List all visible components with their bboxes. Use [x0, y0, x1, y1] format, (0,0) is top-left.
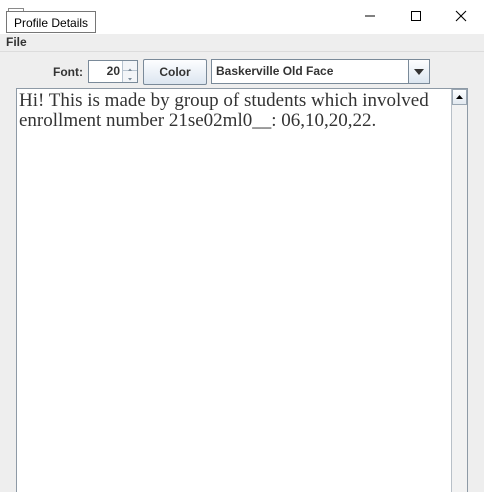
scroll-up-button[interactable]: [452, 89, 467, 105]
font-family-value: Baskerville Old Face: [216, 64, 334, 78]
maximize-icon: [411, 11, 421, 21]
font-label: Font:: [53, 65, 83, 79]
minimize-icon: [365, 15, 375, 17]
editor-text[interactable]: Hi! This is made by group of students wh…: [19, 91, 449, 131]
spinner-down-button[interactable]: [122, 71, 137, 82]
dropdown-arrow-button[interactable]: [408, 60, 429, 83]
close-icon: [455, 10, 467, 22]
menu-bar: File: [0, 34, 484, 52]
font-size-value[interactable]: 20: [107, 64, 120, 78]
toolbar: Font: 20 Color Baskerville Old Face: [0, 52, 484, 88]
font-family-dropdown[interactable]: Baskerville Old Face: [211, 59, 430, 84]
arrow-up-icon: [456, 95, 463, 99]
menu-file[interactable]: File: [6, 35, 27, 49]
window-title: Profile Details: [6, 11, 97, 33]
close-button[interactable]: [438, 0, 484, 32]
font-size-spinner[interactable]: 20: [88, 60, 138, 83]
profile-details-window: Profile Details File Font: 20 Color Bask…: [0, 0, 484, 492]
text-editor[interactable]: Hi! This is made by group of students wh…: [16, 88, 468, 492]
chevron-down-icon: [414, 68, 424, 75]
spinner-up-button[interactable]: [122, 61, 137, 71]
vertical-scrollbar[interactable]: [451, 89, 467, 492]
color-button[interactable]: Color: [143, 59, 207, 85]
chevron-down-icon: [128, 78, 132, 81]
maximize-button[interactable]: [393, 0, 439, 32]
minimize-button[interactable]: [347, 0, 393, 32]
title-bar: Profile Details: [0, 0, 484, 34]
